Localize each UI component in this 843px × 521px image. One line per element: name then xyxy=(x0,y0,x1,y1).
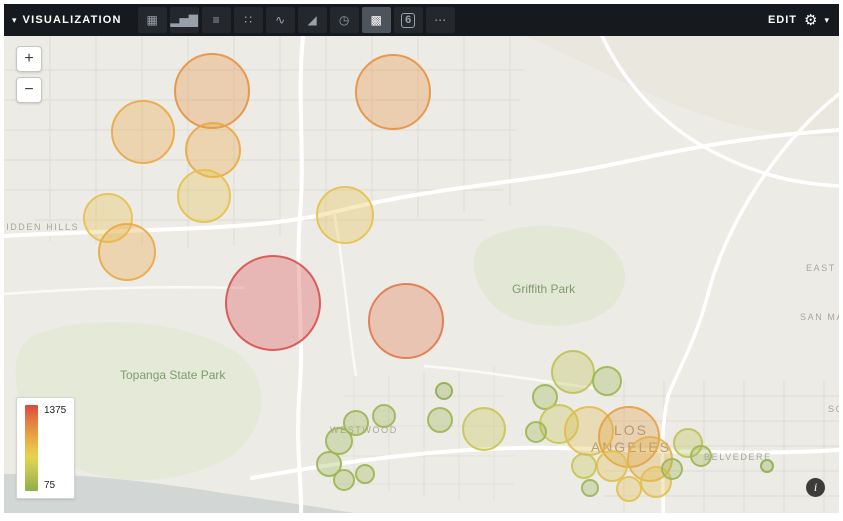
scatter-plot-icon[interactable]: ∷ xyxy=(234,7,263,33)
map-bubble[interactable] xyxy=(597,451,627,481)
map-bubble[interactable] xyxy=(356,465,374,483)
map-bubble[interactable] xyxy=(356,55,430,129)
map-bubble[interactable] xyxy=(99,224,155,280)
bubble-layer xyxy=(4,36,839,513)
map-bubble[interactable] xyxy=(112,101,174,163)
area-chart-icon[interactable]: ◢ xyxy=(298,7,327,33)
map-bubble[interactable] xyxy=(178,170,230,222)
info-button[interactable]: i xyxy=(806,478,825,497)
visualization-toolbar: ▾ VISUALIZATION ▦ ▂▅▇ ≡ ∷ ∿ ◢ ◷ ▩ 6 ⋯ EDIT ⚙ ▾ xyxy=(4,4,839,36)
bar-chart-icon: ▂▅▇ xyxy=(170,13,198,27)
map-legend: 1375 75 xyxy=(16,397,75,499)
map-canvas[interactable]: HIDDEN HILLSGriffith ParkTopanga State P… xyxy=(4,36,839,513)
map-bubble[interactable] xyxy=(617,477,641,501)
data-table-icon: ▦ xyxy=(146,13,157,27)
map-icon: ▩ xyxy=(370,13,381,27)
map-bubble[interactable] xyxy=(317,187,373,243)
legend-max-value: 1375 xyxy=(44,405,66,416)
visualization-collapse-button[interactable]: ▾ VISUALIZATION xyxy=(12,14,122,26)
text-list-icon[interactable]: ≡ xyxy=(202,7,231,33)
map-bubble[interactable] xyxy=(526,422,546,442)
map-bubble[interactable] xyxy=(593,367,621,395)
scatter-plot-icon: ∷ xyxy=(244,13,252,27)
edit-chevron-down-icon[interactable]: ▾ xyxy=(824,15,829,26)
map-bubble[interactable] xyxy=(463,408,505,450)
map-bubble[interactable] xyxy=(582,480,598,496)
line-chart-icon: ∿ xyxy=(275,13,285,27)
number-6-icon: 6 xyxy=(401,13,415,28)
toolbar-title: VISUALIZATION xyxy=(23,14,122,26)
viz-icon-list: ▦ ▂▅▇ ≡ ∷ ∿ ◢ ◷ ▩ 6 ⋯ xyxy=(138,7,455,33)
edit-button[interactable]: EDIT xyxy=(768,14,797,26)
data-table-icon[interactable]: ▦ xyxy=(138,7,167,33)
map-bubble[interactable] xyxy=(761,460,773,472)
map-bubble[interactable] xyxy=(552,351,594,393)
map-bubble[interactable] xyxy=(369,284,443,358)
time-series-icon: ◷ xyxy=(339,13,349,27)
map-bubble[interactable] xyxy=(186,123,240,177)
map-bubble[interactable] xyxy=(572,454,596,478)
map-bubble[interactable] xyxy=(436,383,452,399)
text-list-icon: ≡ xyxy=(213,13,220,27)
legend-gradient-bar xyxy=(25,405,38,491)
map-bubble[interactable] xyxy=(175,54,249,128)
line-chart-icon[interactable]: ∿ xyxy=(266,7,295,33)
zoom-in-button[interactable]: + xyxy=(16,46,42,72)
area-chart-icon: ◢ xyxy=(308,13,317,27)
bar-chart-icon[interactable]: ▂▅▇ xyxy=(170,7,199,33)
gear-icon[interactable]: ⚙ xyxy=(804,13,817,28)
more-icon[interactable]: ⋯ xyxy=(426,7,455,33)
map-bubble[interactable] xyxy=(226,256,320,350)
chevron-down-icon: ▾ xyxy=(12,16,17,25)
legend-min-value: 75 xyxy=(44,480,66,491)
zoom-control: + − xyxy=(16,46,42,103)
number-6-icon[interactable]: 6 xyxy=(394,7,423,33)
time-series-icon[interactable]: ◷ xyxy=(330,7,359,33)
map-bubble[interactable] xyxy=(334,470,354,490)
map-bubble[interactable] xyxy=(373,405,395,427)
more-icon: ⋯ xyxy=(434,13,446,27)
zoom-out-button[interactable]: − xyxy=(16,77,42,103)
map-bubble[interactable] xyxy=(428,408,452,432)
map-bubble[interactable] xyxy=(662,459,682,479)
map-bubble[interactable] xyxy=(691,446,711,466)
map-icon[interactable]: ▩ xyxy=(362,7,391,33)
map-bubble[interactable] xyxy=(326,428,352,454)
visualization-panel: ▾ VISUALIZATION ▦ ▂▅▇ ≡ ∷ ∿ ◢ ◷ ▩ 6 ⋯ EDIT ⚙ ▾ xyxy=(4,4,839,513)
